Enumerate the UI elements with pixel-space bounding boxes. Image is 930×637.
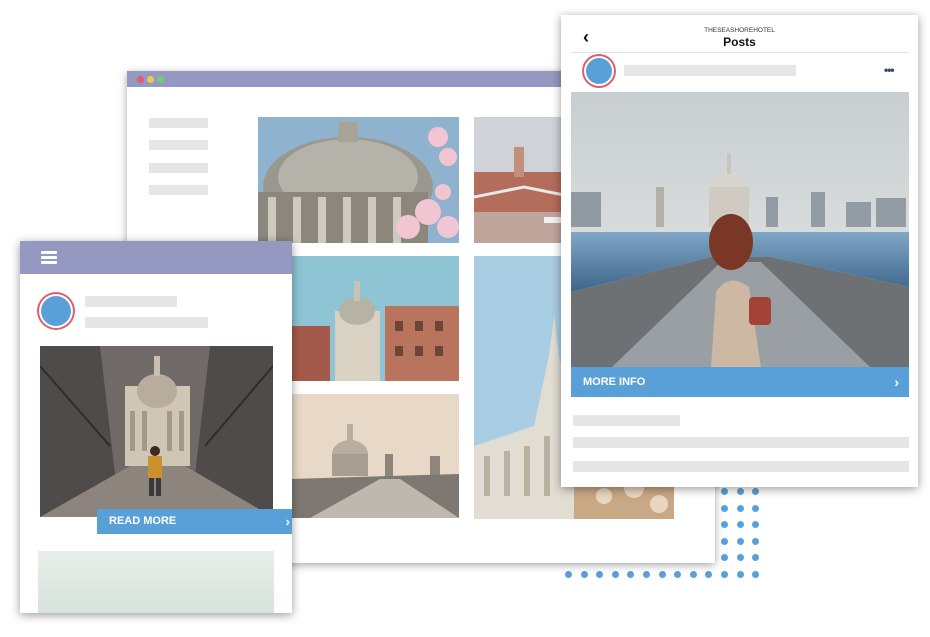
decorative-dot bbox=[721, 521, 728, 528]
post-photo-millennium-bridge[interactable] bbox=[571, 92, 909, 368]
decorative-dot bbox=[565, 570, 572, 578]
sidebar-item-placeholder[interactable] bbox=[149, 185, 208, 195]
decorative-dot bbox=[752, 570, 760, 578]
avatar[interactable] bbox=[586, 58, 612, 84]
username-placeholder bbox=[624, 65, 796, 76]
sidebar-item-placeholder[interactable] bbox=[149, 163, 208, 173]
decorative-dot bbox=[736, 504, 744, 512]
decorative-dot bbox=[752, 537, 760, 545]
caption-line-placeholder bbox=[573, 437, 909, 448]
caption-line-placeholder bbox=[573, 461, 909, 472]
avatar[interactable] bbox=[41, 296, 71, 326]
sidebar-item-placeholder[interactable] bbox=[149, 140, 208, 150]
hamburger-menu-icon[interactable] bbox=[41, 251, 57, 264]
read-more-button[interactable]: READ MORE › bbox=[97, 509, 292, 534]
decorative-dot bbox=[705, 570, 713, 578]
decorative-dot bbox=[658, 570, 666, 578]
decorative-dot bbox=[721, 488, 728, 495]
decorative-dot bbox=[580, 570, 588, 578]
decorative-dot bbox=[721, 537, 728, 545]
window-minimize-button[interactable] bbox=[147, 76, 154, 83]
gallery-photo-dome-blossoms[interactable] bbox=[258, 117, 459, 243]
author-name-placeholder bbox=[85, 296, 177, 307]
decorative-dot bbox=[627, 570, 635, 578]
decorative-dot bbox=[736, 570, 744, 578]
decorative-dot bbox=[721, 554, 728, 561]
chevron-right-icon: › bbox=[894, 374, 899, 390]
decorative-dot bbox=[752, 504, 760, 512]
window-close-button[interactable] bbox=[137, 76, 144, 83]
header-divider bbox=[571, 52, 908, 53]
decorative-dot bbox=[689, 570, 697, 578]
decorative-dot bbox=[643, 570, 650, 578]
decorative-dot bbox=[736, 521, 744, 528]
decorative-dot bbox=[721, 570, 728, 578]
gallery-photo-cathedral-street[interactable] bbox=[290, 256, 459, 381]
decorative-dot bbox=[736, 488, 744, 495]
mobile-header-bar bbox=[20, 241, 292, 274]
author-meta-placeholder bbox=[85, 317, 208, 328]
decorative-dot bbox=[752, 488, 760, 495]
decorative-dot bbox=[721, 504, 728, 512]
account-name: THESEASHOREHOTEL bbox=[704, 27, 775, 34]
window-maximize-button[interactable] bbox=[157, 76, 164, 83]
screen-title: Posts bbox=[723, 35, 756, 49]
article-photo-sky bbox=[38, 551, 274, 613]
decorative-dot bbox=[736, 554, 744, 561]
decorative-dot bbox=[752, 554, 760, 561]
more-horizontal-icon[interactable]: ••• bbox=[884, 63, 895, 77]
decorative-dot bbox=[674, 570, 682, 578]
decorative-dot bbox=[736, 537, 744, 545]
decorative-dot bbox=[611, 570, 619, 578]
more-info-button[interactable]: MORE INFO › bbox=[571, 367, 909, 397]
article-photo-bridge-walker[interactable] bbox=[40, 346, 273, 517]
mobile-article-card: READ MORE › bbox=[20, 241, 292, 613]
decorative-dot bbox=[752, 521, 760, 528]
gallery-photo-bridge-sunset[interactable] bbox=[290, 394, 459, 518]
sidebar-item-placeholder[interactable] bbox=[149, 118, 208, 128]
chevron-right-icon: › bbox=[285, 514, 290, 529]
decorative-dot bbox=[596, 570, 604, 578]
phone-post-screen: ‹ THESEASHOREHOTEL Posts ••• MORE INFO › bbox=[561, 15, 918, 487]
caption-title-placeholder bbox=[573, 415, 680, 426]
gallery-photo-river-bridge[interactable] bbox=[474, 117, 574, 243]
